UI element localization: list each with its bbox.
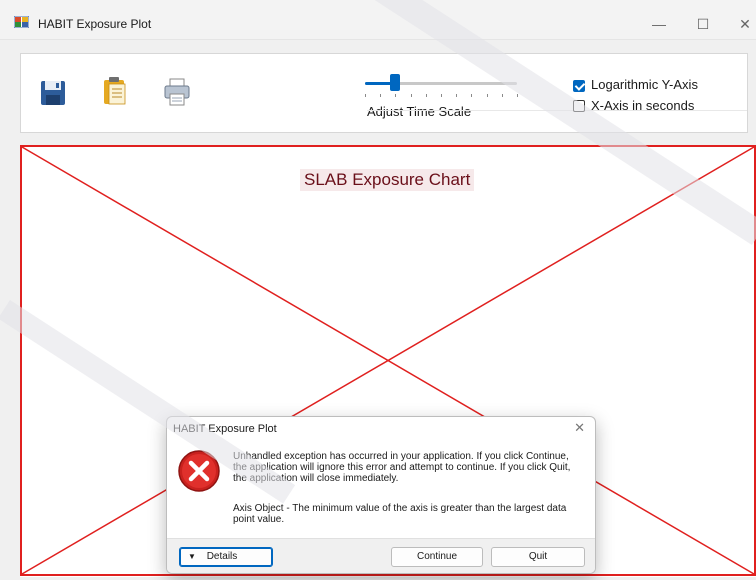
slider-tick (441, 94, 442, 97)
quit-button[interactable]: Quit (491, 547, 585, 567)
chevron-down-icon: ▼ (188, 552, 196, 561)
clipboard-icon[interactable] (101, 76, 129, 106)
printer-icon[interactable] (163, 77, 191, 107)
chart-title: SLAB Exposure Chart (300, 169, 475, 191)
slider-tick (425, 94, 427, 97)
time-scale-slider-thumb[interactable] (390, 74, 401, 91)
slider-tick (501, 94, 503, 97)
dialog-detail: Axis Object - The minimum value of the a… (233, 503, 567, 525)
slider-tick (456, 94, 458, 97)
slider-tick (486, 94, 488, 97)
dialog-title: HABIT Exposure Plot (173, 423, 277, 435)
close-button[interactable]: ✕ (730, 10, 756, 38)
slider-tick (395, 94, 397, 97)
x-axis-seconds-checkbox[interactable] (573, 100, 585, 112)
dialog-footer: ▼ Details Continue Quit (167, 538, 595, 573)
continue-button[interactable]: Continue (391, 547, 483, 567)
x-axis-seconds-label[interactable]: X-Axis in seconds (591, 98, 694, 113)
slider-tick (410, 94, 412, 97)
dialog-message: Unhandled exception has occurred in your… (233, 451, 571, 484)
details-button-label: Details (206, 551, 238, 562)
log-y-axis-label[interactable]: Logarithmic Y-Axis (591, 77, 698, 92)
details-button[interactable]: ▼ Details (179, 547, 273, 567)
minimize-button[interactable]: — (644, 10, 674, 38)
app-icon (14, 16, 29, 28)
toolbar: Adjust Time Scale Logarithmic Y-Axis X-A… (20, 53, 748, 133)
slider-tick (380, 94, 382, 97)
app-window: HABIT Exposure Plot — ☐ ✕ Adjust Time Sc… (0, 0, 756, 580)
slider-label: Adjust Time Scale (367, 104, 472, 119)
slider-tick (517, 94, 518, 97)
error-icon (178, 450, 220, 492)
title-bar[interactable]: HABIT Exposure Plot — ☐ ✕ (0, 0, 756, 40)
maximize-button[interactable]: ☐ (688, 10, 718, 38)
error-dialog: HABIT Exposure Plot ✕ Unhandled exceptio… (166, 416, 596, 574)
dialog-close-button[interactable]: ✕ (574, 420, 585, 436)
log-y-axis-checkbox[interactable] (573, 80, 585, 92)
slider-tick (471, 94, 473, 97)
slider-tick (365, 94, 366, 97)
save-icon[interactable] (39, 78, 67, 108)
window-title: HABIT Exposure Plot (38, 17, 152, 31)
